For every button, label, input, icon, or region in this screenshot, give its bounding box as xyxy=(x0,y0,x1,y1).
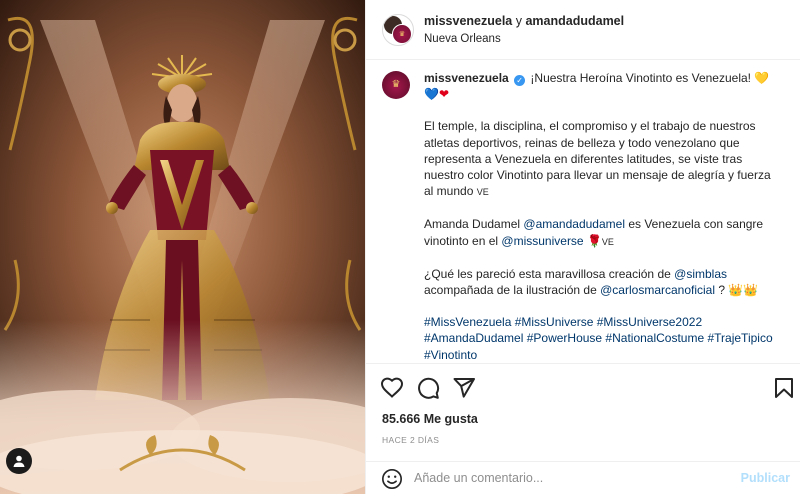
hashtags-line-1[interactable]: #MissVenezuela #MissUniverse #MissUniver… xyxy=(424,315,702,329)
post-time[interactable]: HACE 2 DÍAS xyxy=(382,435,439,445)
yellow-heart-icon: 💛 xyxy=(754,71,770,85)
mention-carlosmarcanoficial[interactable]: @carlosmarcanoficial xyxy=(600,283,715,297)
caption-headline: ¡Nuestra Heroína Vinotinto es Venezuela! xyxy=(530,71,751,85)
like-button[interactable] xyxy=(380,376,404,400)
post-photo[interactable] xyxy=(0,0,365,494)
publish-button[interactable]: Publicar xyxy=(741,471,790,485)
caption-area: ♛ missvenezuela ✓ ¡Nuestra Heroína Vinot… xyxy=(366,61,800,363)
save-button[interactable] xyxy=(772,376,796,400)
emoji-picker-button[interactable] xyxy=(381,468,403,490)
likes-count[interactable]: 85.666 Me gusta xyxy=(382,412,478,426)
crown-icon: ♛ xyxy=(398,30,406,38)
header-avatar[interactable]: ♛ xyxy=(382,14,414,46)
paper-plane-icon xyxy=(453,378,475,398)
blue-heart-icon: 💙 xyxy=(424,87,439,102)
mention-simblas[interactable]: @simblas xyxy=(674,267,727,281)
header-account-link[interactable]: missvenezuela xyxy=(424,14,512,28)
bookmark-icon xyxy=(775,378,793,398)
location-link[interactable]: Nueva Orleans xyxy=(424,33,501,45)
caption-p3-text-3: ? xyxy=(718,283,726,298)
costume-photo-illustration xyxy=(0,0,365,494)
hashtags-line-2[interactable]: #AmandaDudamel #PowerHouse #NationalCost… xyxy=(424,331,773,345)
rose-icon: 🌹 xyxy=(586,233,602,248)
share-button[interactable] xyxy=(452,376,476,400)
venezuela-flag-icon: VE xyxy=(476,187,489,198)
comment-input[interactable] xyxy=(414,465,714,491)
mention-missuniverse[interactable]: @missuniverse xyxy=(501,234,583,248)
mention-amandadudamel[interactable]: @amandadudamel xyxy=(523,217,625,231)
comment-bar: Publicar xyxy=(366,461,800,495)
caption-account-link[interactable]: missvenezuela xyxy=(424,71,509,85)
header-collab-link[interactable]: amandadudamel xyxy=(525,14,624,28)
caption-p2-text-1: Amanda Dudamel xyxy=(424,217,521,232)
comment-bubble-icon xyxy=(418,377,440,399)
hashtags-line-3[interactable]: #Vinotinto xyxy=(424,348,477,362)
brand-avatar[interactable]: ♛ xyxy=(392,24,412,44)
post-header: ♛ missvenezuela y amandadudamel Nueva Or… xyxy=(366,0,800,60)
comment-button[interactable] xyxy=(416,376,440,400)
header-joiner: y xyxy=(515,14,522,28)
caption-text: missvenezuela ✓ ¡Nuestra Heroína Vinotin… xyxy=(424,70,779,363)
caption-avatar[interactable]: ♛ xyxy=(382,71,410,99)
tagged-user-icon[interactable] xyxy=(6,448,32,474)
crown-emoji-icon: 👑👑 xyxy=(728,283,759,298)
smiley-icon xyxy=(382,469,402,489)
post-side-panel: ♛ missvenezuela y amandadudamel Nueva Or… xyxy=(365,0,800,494)
verified-badge-icon: ✓ xyxy=(514,75,526,86)
post-actions: 85.666 Me gusta HACE 2 DÍAS Publicar xyxy=(366,363,800,494)
header-accounts: missvenezuela y amandadudamel xyxy=(424,14,624,28)
heart-icon xyxy=(380,377,404,398)
caption-p3-text-2: acompañada de la ilustración de xyxy=(424,283,597,298)
red-heart-icon: ❤ xyxy=(438,87,450,102)
crown-icon: ♛ xyxy=(391,79,401,90)
caption-p3-text-1: ¿Qué les pareció esta maravillosa creaci… xyxy=(424,266,671,281)
venezuela-flag-icon: VE xyxy=(601,236,614,247)
